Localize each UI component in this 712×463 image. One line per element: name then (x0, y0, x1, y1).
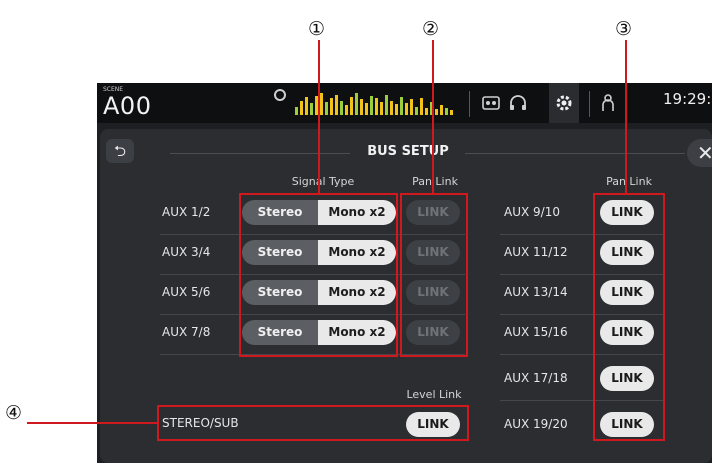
recorder-icon[interactable] (480, 91, 502, 115)
meter-bar (340, 101, 343, 115)
title-rule-left (170, 153, 350, 154)
meter-bar (355, 93, 358, 115)
meter-bar (370, 96, 373, 115)
meter-bar (390, 101, 393, 115)
page-title: BUS SETUP (367, 144, 449, 159)
aux-row-label: AUX 9/10 (504, 205, 560, 219)
meter-bar (405, 103, 408, 115)
user-icon[interactable] (597, 91, 619, 115)
title-rule-right (465, 153, 685, 154)
aux-row-label: AUX 15/16 (504, 325, 568, 339)
leader-line-1 (318, 40, 320, 193)
meter-bar (360, 99, 363, 115)
sd-card-icon (274, 89, 286, 101)
leader-line-2 (432, 40, 434, 193)
callout-1: ① (308, 18, 326, 40)
close-button[interactable]: ✕ (687, 139, 712, 167)
meter-bar (395, 104, 398, 115)
meter-bar (420, 98, 423, 115)
meter-bar (450, 110, 453, 115)
meter-bar (335, 95, 338, 115)
aux-row-label: AUX 17/18 (504, 371, 568, 385)
meter-bar (325, 102, 328, 115)
divider (469, 91, 470, 117)
callout-3: ③ (615, 18, 633, 40)
meter-bar (415, 107, 418, 115)
aux-row-label: AUX 3/4 (162, 245, 211, 259)
pan-link-header-left: Pan Link (412, 175, 458, 188)
aux-row-label: AUX 11/12 (504, 245, 568, 259)
level-link-header: Level Link (406, 388, 462, 401)
aux-row-label: AUX 7/8 (162, 325, 211, 339)
gear-icon[interactable] (553, 91, 575, 115)
callout-box-stereo-sub (157, 405, 469, 441)
top-bar: SCENE A00 19:29:2 (97, 83, 712, 123)
meter-bar (350, 97, 353, 115)
meter-bar (435, 109, 438, 115)
meter-bar (345, 105, 348, 115)
callout-box-signal-type (239, 193, 398, 357)
meter-bar (445, 108, 448, 115)
aux-row-label: AUX 19/20 (504, 417, 568, 431)
leader-line-3 (625, 40, 627, 193)
meter-bar (375, 98, 378, 115)
signal-type-header: Signal Type (291, 175, 355, 188)
meter-bar (305, 97, 308, 115)
meter-bar (310, 103, 313, 115)
aux-row-label: AUX 5/6 (162, 285, 211, 299)
clock: 19:29:2 (663, 90, 712, 108)
aux-row-label: AUX 1/2 (162, 205, 211, 219)
meter-bar (320, 93, 323, 115)
scene-name[interactable]: A00 (103, 92, 151, 120)
back-button[interactable]: ⮌ (106, 139, 134, 163)
callout-2: ② (422, 18, 440, 40)
meter-bar (295, 107, 298, 115)
meter-bar (425, 108, 428, 115)
meter-bar (365, 103, 368, 115)
meter-bar (380, 102, 383, 115)
callout-box-pan-link-right (593, 193, 665, 441)
divider (589, 91, 590, 117)
meter-bar (440, 105, 443, 115)
headphones-icon[interactable] (507, 91, 529, 115)
leader-line-4 (27, 422, 157, 424)
meter-bar (300, 101, 303, 115)
callout-4: ④ (5, 402, 23, 424)
meter-bar (330, 98, 333, 115)
meter-bar (400, 97, 403, 115)
pan-link-header-right: Pan Link (606, 175, 652, 188)
meter-bar (410, 99, 413, 115)
aux-row-label: AUX 13/14 (504, 285, 568, 299)
callout-box-pan-link-left (400, 193, 468, 357)
meter-bar (385, 95, 388, 115)
